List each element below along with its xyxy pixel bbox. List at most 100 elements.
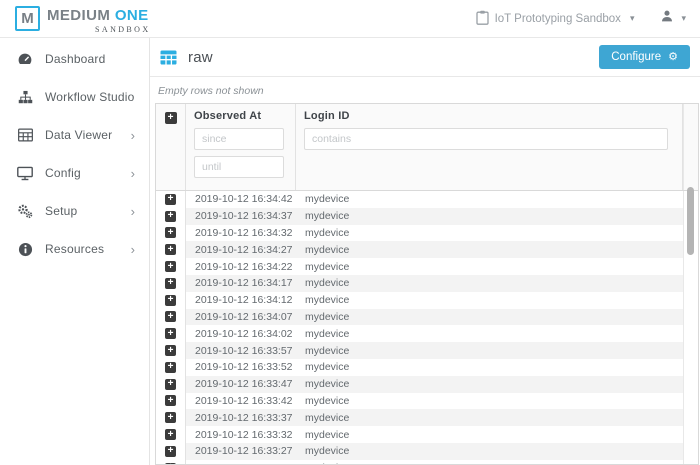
sidebar-item-setup[interactable]: Setup ›: [0, 192, 149, 230]
empty-rows-note: Empty rows not shown: [150, 77, 700, 103]
scrollbar-gutter-cell: [683, 325, 698, 342]
brand-name-accent: ONE: [115, 7, 149, 24]
login-id-cell: mydevice: [296, 376, 683, 393]
chevron-right-icon: ›: [131, 167, 135, 180]
expand-row-cell: +: [156, 342, 186, 359]
table-row: + 2019-10-12 16:34:22 mydevice: [156, 258, 698, 275]
table-row: + 2019-10-12 16:34:12 mydevice: [156, 292, 698, 309]
expand-row-cell: +: [156, 292, 186, 309]
expand-row-icon[interactable]: +: [165, 412, 176, 423]
table-row: + 2019-10-12 16:33:27 mydevice: [156, 443, 698, 460]
expand-row-cell: +: [156, 376, 186, 393]
login-id-column-header: Login ID: [296, 104, 683, 190]
app-window: M MEDIUM ONE SANDBOX IoT Prototyping San…: [0, 0, 700, 465]
observed-at-cell: 2019-10-12 16:33:37: [186, 409, 296, 426]
sidebar-item-label: Config: [45, 166, 131, 180]
table-row: + 2019-10-12 16:34:37 mydevice: [156, 208, 698, 225]
contains-filter-input[interactable]: [304, 128, 668, 150]
observed-at-cell: 2019-10-12 16:34:27: [186, 241, 296, 258]
table-header: + Observed At Login ID: [156, 104, 698, 191]
scrollbar-gutter-cell: [683, 258, 698, 275]
observed-at-cell: 2019-10-12 16:33:57: [186, 342, 296, 359]
table-row: + 2019-10-12 16:34:27 mydevice: [156, 241, 698, 258]
configure-button[interactable]: Configure ⚙: [599, 45, 690, 69]
expand-row-icon[interactable]: +: [165, 463, 176, 464]
expand-row-icon[interactable]: +: [165, 227, 176, 238]
observed-at-cell: 2019-10-12 16:34:37: [186, 208, 296, 225]
column-label-login-id: Login ID: [304, 110, 674, 122]
login-id-cell: mydevice: [296, 191, 683, 208]
expand-row-icon[interactable]: +: [165, 395, 176, 406]
sidebar-item-workflow-studio[interactable]: Workflow Studio: [0, 78, 149, 116]
observed-at-cell: 2019-10-12 16:33:52: [186, 359, 296, 376]
expand-row-icon[interactable]: +: [165, 295, 176, 306]
sidebar-item-label: Dashboard: [45, 52, 135, 66]
expand-row-cell: +: [156, 359, 186, 376]
expand-row-cell: +: [156, 325, 186, 342]
expand-row-icon[interactable]: +: [165, 211, 176, 222]
login-id-cell: mydevice: [296, 409, 683, 426]
observed-at-cell: 2019-10-12 16:33:22: [186, 460, 296, 464]
cogs-icon: [17, 203, 33, 219]
expand-all-header-cell: +: [156, 104, 186, 190]
expand-row-icon[interactable]: +: [165, 278, 176, 289]
chevron-right-icon: ›: [131, 129, 135, 142]
clipboard-icon: [476, 10, 489, 28]
expand-row-icon[interactable]: +: [165, 446, 176, 457]
sidebar-item-label: Data Viewer: [45, 128, 131, 142]
table-row: + 2019-10-12 16:34:17 mydevice: [156, 275, 698, 292]
login-id-cell: mydevice: [296, 258, 683, 275]
observed-at-cell: 2019-10-12 16:34:42: [186, 191, 296, 208]
login-id-cell: mydevice: [296, 225, 683, 242]
expand-row-icon[interactable]: +: [165, 379, 176, 390]
data-table: + Observed At Login ID + 2019: [155, 103, 699, 465]
login-id-cell: mydevice: [296, 275, 683, 292]
table-icon: [160, 50, 177, 65]
expand-row-cell: +: [156, 309, 186, 326]
expand-row-icon[interactable]: +: [165, 328, 176, 339]
expand-all-icon[interactable]: +: [165, 112, 177, 124]
login-id-cell: mydevice: [296, 208, 683, 225]
observed-at-cell: 2019-10-12 16:34:02: [186, 325, 296, 342]
expand-row-icon[interactable]: +: [165, 345, 176, 356]
caret-down-icon: ▾: [681, 13, 686, 24]
dashboard-icon: [17, 51, 33, 67]
expand-row-icon[interactable]: +: [165, 429, 176, 440]
scrollbar-gutter-cell: [683, 309, 698, 326]
observed-at-cell: 2019-10-12 16:33:32: [186, 426, 296, 443]
scrollbar-gutter-cell: [683, 409, 698, 426]
sidebar-item-dashboard[interactable]: Dashboard: [0, 40, 149, 78]
since-filter-input[interactable]: [194, 128, 284, 150]
login-id-cell: mydevice: [296, 292, 683, 309]
scrollbar-gutter-cell: [683, 275, 698, 292]
until-filter-input[interactable]: [194, 156, 284, 178]
observed-at-cell: 2019-10-12 16:34:17: [186, 275, 296, 292]
expand-row-icon[interactable]: +: [165, 194, 176, 205]
observed-at-cell: 2019-10-12 16:33:27: [186, 443, 296, 460]
observed-at-cell: 2019-10-12 16:33:47: [186, 376, 296, 393]
table-row: + 2019-10-12 16:34:07 mydevice: [156, 309, 698, 326]
table-row: + 2019-10-12 16:33:47 mydevice: [156, 376, 698, 393]
info-icon: [17, 241, 33, 257]
vertical-scrollbar-thumb[interactable]: [687, 187, 694, 255]
sidebar-item-resources[interactable]: Resources ›: [0, 230, 149, 268]
table-row: + 2019-10-12 16:34:42 mydevice: [156, 191, 698, 208]
column-label-observed-at: Observed At: [194, 110, 287, 122]
expand-row-icon[interactable]: +: [165, 311, 176, 322]
sidebar-item-config[interactable]: Config ›: [0, 154, 149, 192]
expand-row-icon[interactable]: +: [165, 362, 176, 373]
user-icon: [660, 9, 674, 28]
sidebar-item-data-viewer[interactable]: Data Viewer ›: [0, 116, 149, 154]
sidebar: Dashboard Workflow Studio Data Viewer ›: [0, 38, 150, 465]
expand-row-icon[interactable]: +: [165, 261, 176, 272]
sidebar-item-label: Workflow Studio: [45, 90, 135, 104]
workspace-selector[interactable]: IoT Prototyping Sandbox ▾: [476, 10, 635, 28]
expand-row-cell: +: [156, 393, 186, 410]
scrollbar-gutter-cell: [683, 376, 698, 393]
login-id-cell: mydevice: [296, 359, 683, 376]
table-row: + 2019-10-12 16:33:42 mydevice: [156, 393, 698, 410]
user-menu[interactable]: ▾: [660, 9, 686, 28]
login-id-cell: mydevice: [296, 426, 683, 443]
expand-row-icon[interactable]: +: [165, 244, 176, 255]
login-id-cell: mydevice: [296, 393, 683, 410]
